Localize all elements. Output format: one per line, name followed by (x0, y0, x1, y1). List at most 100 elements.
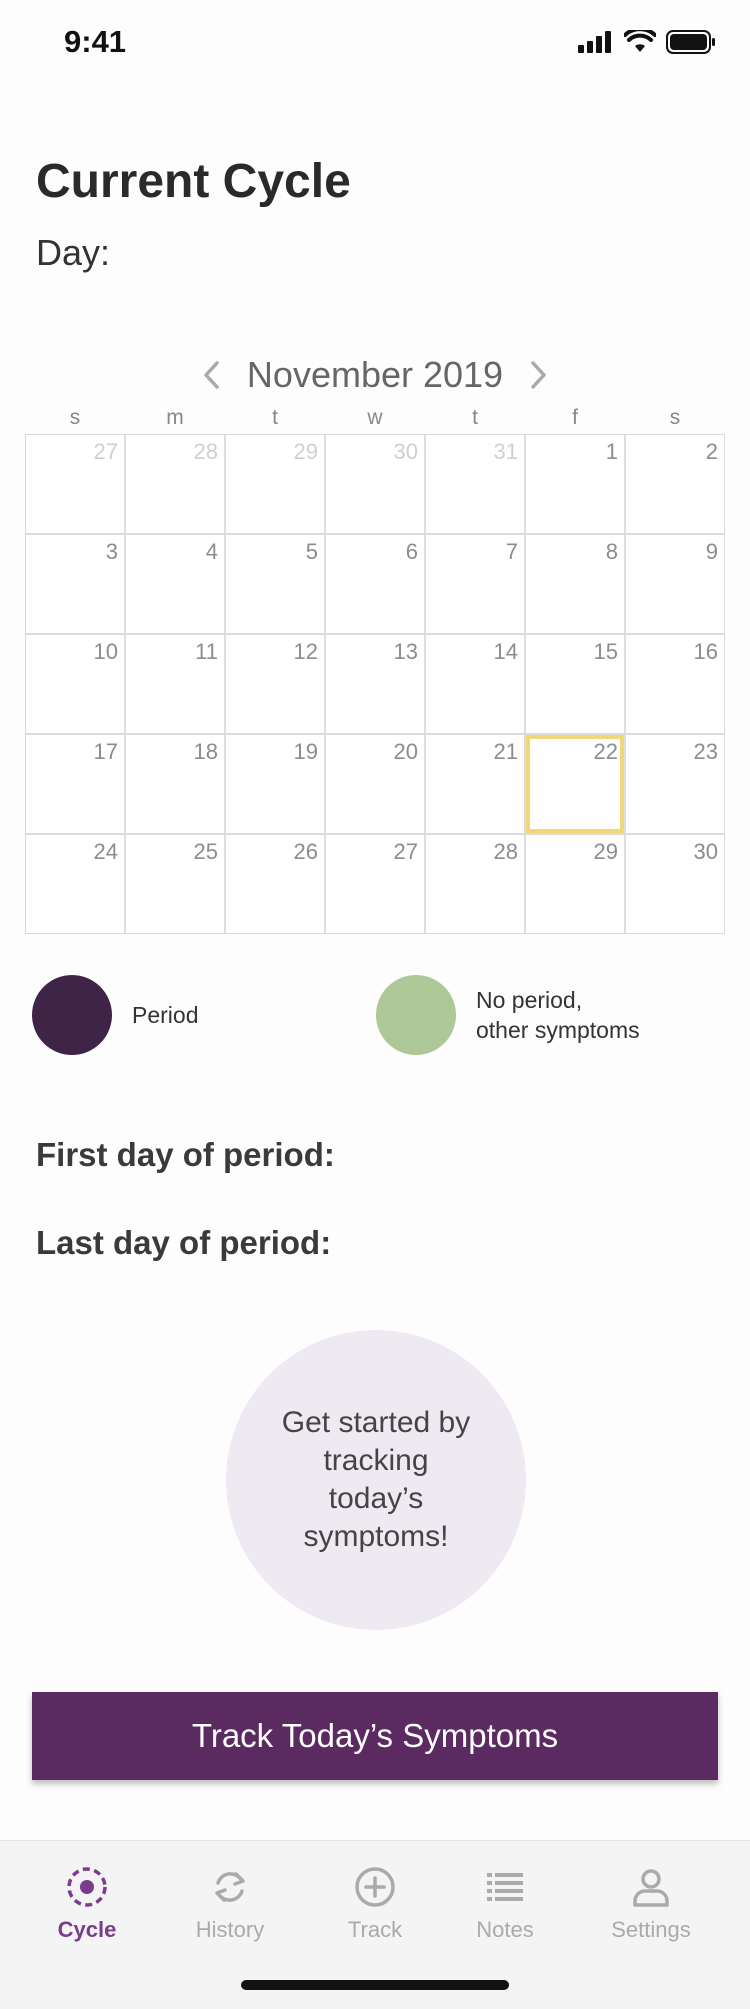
weekday-label: w (367, 406, 383, 429)
calendar-day[interactable]: 19 (226, 735, 324, 833)
calendar-day[interactable]: 7 (426, 535, 524, 633)
calendar-day[interactable]: 16 (626, 635, 724, 733)
home-indicator (241, 1980, 509, 1990)
calendar-day-number: 22 (593, 739, 618, 764)
calendar-day-number: 6 (405, 539, 418, 564)
month-navigation: November 2019 (0, 350, 750, 400)
calendar-day[interactable]: 5 (226, 535, 324, 633)
weekday-label: s (69, 406, 81, 429)
calendar-day[interactable]: 1 (526, 435, 624, 533)
calendar-day-number: 28 (193, 439, 218, 464)
tab-notes-label: Notes (476, 1917, 534, 1942)
tab-settings[interactable]: Settings (581, 1865, 721, 1943)
calendar-day[interactable]: 31 (426, 435, 524, 533)
calendar-day[interactable]: 30 (626, 835, 724, 933)
calendar-day[interactable]: 9 (626, 535, 724, 633)
calendar-day[interactable]: 29 (526, 835, 624, 933)
calendar-day[interactable]: 18 (126, 735, 224, 833)
calendar-day[interactable]: 28 (126, 435, 224, 533)
battery-icon (666, 30, 715, 54)
calendar-day-number: 11 (195, 639, 218, 664)
calendar-day-number: 26 (293, 839, 318, 864)
calendar-day[interactable]: 25 (126, 835, 224, 933)
calendar-day-number: 7 (505, 539, 518, 564)
calendar-day[interactable]: 20 (326, 735, 424, 833)
legend: Period No period, other symptoms (0, 975, 750, 1055)
prompt-line1: Get started by (281, 1406, 471, 1439)
calendar-day[interactable]: 27 (326, 835, 424, 933)
weekday-header: smtwtfs (25, 406, 725, 434)
calendar-day-number: 15 (593, 639, 618, 664)
calendar-day-number: 3 (105, 539, 118, 564)
last-day-label: Last day of period: (36, 1224, 332, 1261)
weekday-label: s (669, 406, 681, 429)
calendar-day-number: 10 (93, 639, 118, 664)
tab-track-label: Track (347, 1917, 403, 1942)
tab-cycle-label: Cycle (57, 1917, 117, 1942)
calendar-day[interactable]: 4 (126, 535, 224, 633)
calendar-day-number: 18 (193, 739, 218, 764)
calendar-day[interactable]: 30 (326, 435, 424, 533)
other-symptoms-legend-dot (376, 975, 456, 1055)
calendar-day[interactable]: 29 (226, 435, 324, 533)
calendar-day[interactable]: 2 (626, 435, 724, 533)
calendar-day-number: 16 (693, 639, 718, 664)
calendar-day[interactable]: 10 (26, 635, 124, 733)
prev-month-button[interactable] (197, 356, 225, 394)
tab-track[interactable]: Track (305, 1865, 445, 1943)
calendar-day-number: 2 (705, 439, 718, 464)
status-bar: 9:41 (0, 0, 750, 90)
calendar-day-number: 8 (605, 539, 618, 564)
calendar-day[interactable]: 17 (26, 735, 124, 833)
calendar-day-number: 27 (393, 839, 418, 864)
other-symptoms-line2: other symptoms (476, 1017, 640, 1043)
calendar-day[interactable]: 3 (26, 535, 124, 633)
calendar-day-number: 9 (705, 539, 718, 564)
calendar-day-number: 24 (93, 839, 118, 864)
status-time: 9:41 (64, 24, 127, 59)
tab-cycle[interactable]: Cycle (17, 1865, 157, 1943)
calendar-day-number: 17 (93, 739, 118, 764)
calendar-day-number: 29 (593, 839, 618, 864)
calendar-day[interactable]: 12 (226, 635, 324, 733)
calendar-day[interactable]: 28 (426, 835, 524, 933)
calendar-day-number: 1 (605, 439, 618, 464)
calendar-day-number: 4 (205, 539, 218, 564)
calendar-day-number: 28 (493, 839, 518, 864)
weekday-label: f (572, 406, 578, 429)
tab-notes[interactable]: Notes (435, 1865, 575, 1943)
weekday-label: t (272, 406, 278, 429)
calendar-day[interactable]: 26 (226, 835, 324, 933)
next-month-button[interactable] (525, 356, 553, 394)
weekday-label: m (166, 406, 184, 429)
calendar-day[interactable]: 23 (626, 735, 724, 833)
calendar-day[interactable]: 8 (526, 535, 624, 633)
calendar-day[interactable]: 13 (326, 635, 424, 733)
cycle-icon (67, 1867, 107, 1907)
tab-history[interactable]: History (160, 1865, 300, 1943)
track-symptoms-button[interactable]: Track Today’s Symptoms (32, 1692, 718, 1780)
calendar-day[interactable]: 6 (326, 535, 424, 633)
calendar-day[interactable]: 14 (426, 635, 524, 733)
calendar-day-number: 23 (693, 739, 718, 764)
page-title: Current Cycle (36, 155, 351, 208)
calendar-day[interactable]: 21 (426, 735, 524, 833)
cycle-day-label: Day: (36, 232, 111, 273)
weekday-label: t (472, 406, 478, 429)
month-label: November 2019 (246, 354, 504, 395)
calendar-day[interactable]: 15 (526, 635, 624, 733)
calendar-day[interactable]: 11 (126, 635, 224, 733)
calendar-day-today[interactable]: 22 (526, 735, 624, 833)
calendar-day-number: 12 (293, 639, 318, 664)
calendar-day-number: 14 (493, 639, 518, 664)
chevron-right-icon (531, 361, 546, 389)
calendar-day[interactable]: 27 (26, 435, 124, 533)
settings-person-icon (633, 1869, 669, 1907)
chevron-left-icon (204, 361, 219, 389)
get-started-text: Get started by tracking today’s symptoms… (266, 1404, 486, 1556)
calendar-day[interactable]: 24 (26, 835, 124, 933)
tab-settings-label: Settings (611, 1917, 691, 1942)
prompt-line4: symptoms! (303, 1520, 449, 1553)
get-started-bubble: Get started by tracking today’s symptoms… (226, 1330, 526, 1630)
calendar-day-number: 19 (293, 739, 318, 764)
